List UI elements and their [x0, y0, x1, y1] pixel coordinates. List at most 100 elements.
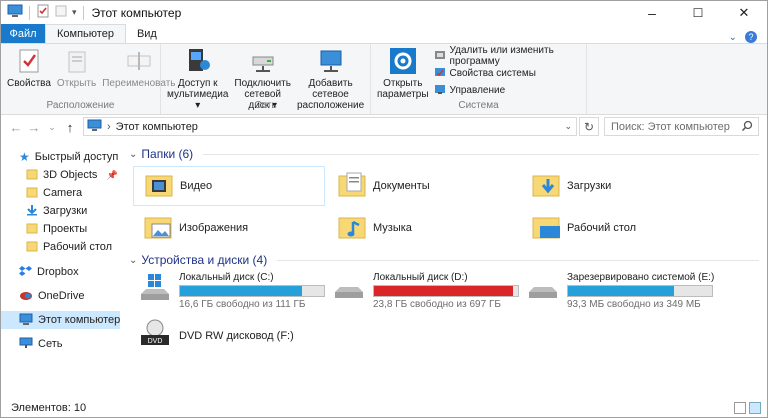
pin-icon[interactable]: 📌 [107, 170, 118, 181]
breadcrumb-this-pc[interactable]: Этот компьютер [116, 121, 198, 133]
collapse-chevron-icon[interactable]: ⌄ [129, 255, 137, 266]
drive-name: Локальный диск (D:) [373, 272, 468, 283]
tiles-view-icon[interactable] [749, 402, 761, 414]
recent-locations-icon[interactable]: ⌄ [43, 122, 61, 133]
open-settings-label-1: Открыть [383, 78, 423, 89]
toolbar-divider [82, 5, 84, 20]
folder-icon [26, 186, 38, 201]
nav-quick-access[interactable]: ★ Быстрый доступ [19, 148, 118, 166]
search-input[interactable]: Поиск: Этот компьютер [604, 117, 759, 136]
drive-name: Локальный диск (C:) [179, 272, 274, 283]
address-path-box[interactable]: › Этот компьютер ⌄ [83, 117, 577, 136]
uninstall-program-button[interactable]: Удалить или изменить программу [434, 45, 583, 67]
nav-item-desktop[interactable]: Рабочий стол [26, 238, 112, 256]
folder-tile-pictures[interactable]: Изображения [133, 208, 325, 248]
add-location-label-1: Добавить сетевое [308, 78, 353, 100]
manage-button[interactable]: Управление [434, 82, 583, 98]
folder-label: Видео [180, 180, 213, 192]
drive-usage-fill [180, 286, 303, 296]
close-button[interactable]: ✕ [721, 1, 767, 24]
network-location-icon [318, 46, 344, 76]
folder-label: Загрузки [567, 180, 612, 192]
drive-tile-d[interactable]: Локальный диск (D:) 23,8 ГБ свободно из … [332, 272, 519, 310]
folders-header-label: Папки (6) [141, 147, 194, 161]
details-view-icon[interactable] [734, 402, 746, 414]
status-bar: Элементов: 10 [1, 399, 767, 417]
dvd-badge: DVD [148, 338, 163, 345]
nav-dropbox[interactable]: Dropbox [19, 263, 79, 281]
collapse-ribbon-icon[interactable]: ⌄ [729, 32, 737, 43]
drive-tile-c[interactable]: Локальный диск (C:) 16,6 ГБ свободно из … [138, 272, 325, 310]
this-pc-icon [87, 119, 102, 134]
network-icon [19, 337, 33, 352]
toolbar-divider [29, 5, 30, 20]
dropbox-icon [19, 265, 32, 280]
drive-tile-f[interactable]: DVD DVD RW дисковод (F:) [138, 319, 294, 352]
nav-network[interactable]: Сеть [19, 335, 62, 353]
breadcrumb-chevron-icon[interactable]: › [107, 121, 111, 133]
maximize-button[interactable]: ☐ [675, 1, 721, 24]
nav-item-label: Загрузки [43, 205, 88, 217]
help-icon[interactable]: ? [745, 31, 757, 43]
network-drive-icon [250, 46, 276, 76]
folders-group-header[interactable]: ⌄ Папки (6) [129, 147, 759, 161]
system-properties-icon [434, 66, 446, 81]
windows-drive-icon [138, 272, 172, 305]
tab-view[interactable]: Вид [126, 24, 168, 43]
properties-qat-icon[interactable] [36, 4, 50, 21]
folder-label: Изображения [179, 222, 249, 234]
system-properties-button[interactable]: Свойства системы [434, 65, 583, 81]
refresh-icon[interactable]: ↻ [579, 117, 599, 136]
minimize-button[interactable]: – [629, 1, 675, 24]
navigation-pane: ★ Быстрый доступ 3D Objects 📌 Camera Заг… [1, 141, 122, 399]
settings-gear-icon [389, 46, 417, 76]
ribbon: Свойства Открыть Переименовать Расположе… [1, 43, 767, 115]
video-folder-icon [144, 170, 174, 203]
forward-arrow-icon[interactable]: → [25, 120, 43, 135]
nav-dropbox-label: Dropbox [37, 266, 79, 278]
desktop-folder-icon [531, 212, 561, 245]
properties-icon [18, 46, 40, 76]
explorer-window: ▾ Этот компьютер – ☐ ✕ Файл Компьютер Ви… [0, 0, 768, 418]
downloads-folder-icon [531, 170, 561, 203]
nav-item-label: Проекты [43, 223, 88, 235]
open-label: Открыть [56, 78, 97, 89]
tab-computer[interactable]: Компьютер [45, 24, 126, 43]
tab-file[interactable]: Файл [1, 24, 45, 43]
drive-free-space: 16,6 ГБ свободно из 111 ГБ [179, 299, 306, 310]
qat-dropdown-icon[interactable]: ▾ [72, 7, 77, 18]
nav-onedrive[interactable]: OneDrive [19, 287, 84, 305]
rename-icon [126, 46, 152, 76]
folder-label: Музыка [373, 222, 412, 234]
drive-tile-e[interactable]: Зарезервировано системой (E:) 93,3 МБ св… [526, 272, 714, 310]
nav-item-3d-objects[interactable]: 3D Objects 📌 [26, 166, 122, 184]
nav-item-label: Camera [43, 187, 83, 199]
system-group-label: Система [458, 100, 499, 111]
devices-group-header[interactable]: ⌄ Устройства и диски (4) [129, 253, 759, 267]
folder-tile-music[interactable]: Музыка [327, 208, 519, 248]
hard-drive-icon [332, 272, 366, 305]
back-arrow-icon[interactable]: ← [7, 120, 25, 135]
drive-usage-fill [568, 286, 674, 296]
folder-label: Документы [373, 180, 430, 192]
nav-this-pc-label: Этот компьютер [38, 314, 121, 326]
uninstall-label: Удалить или изменить программу [449, 45, 554, 67]
folder-tile-downloads[interactable]: Загрузки [521, 166, 713, 206]
search-placeholder: Поиск: Этот компьютер [611, 120, 730, 133]
collapse-chevron-icon[interactable]: ⌄ [129, 149, 137, 160]
nav-item-downloads[interactable]: Загрузки [26, 202, 87, 220]
folder-tile-desktop[interactable]: Рабочий стол [521, 208, 713, 248]
network-group-label: Сеть [254, 100, 277, 111]
up-arrow-icon[interactable]: ↑ [61, 120, 79, 135]
nav-item-camera[interactable]: Camera [26, 184, 82, 202]
address-dropdown-icon[interactable]: ⌄ [564, 121, 572, 132]
folder-tile-documents[interactable]: Документы [327, 166, 519, 206]
nav-this-pc[interactable]: Этот компьютер [1, 311, 120, 329]
manage-label: Управление [449, 84, 506, 96]
new-folder-qat-icon[interactable] [54, 4, 68, 21]
content-pane: ⌄ Папки (6) Видео Документы Загрузки Изо… [122, 141, 767, 399]
ribbon-tabs: Файл Компьютер Вид ⌄ ? [1, 24, 767, 43]
open-settings-label-2: параметры [377, 89, 429, 100]
nav-item-projects[interactable]: Проекты [26, 220, 87, 238]
folder-tile-videos[interactable]: Видео [133, 166, 325, 206]
